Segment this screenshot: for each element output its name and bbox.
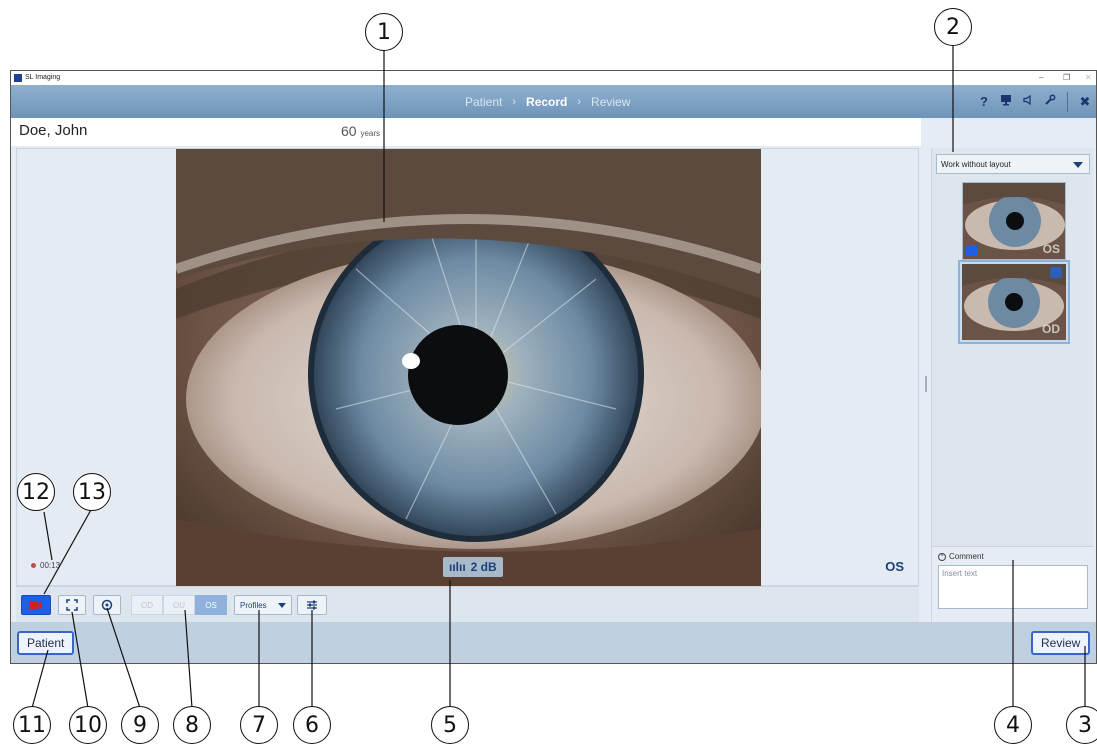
help-icon[interactable]: ?	[973, 94, 995, 109]
audio-wave-icon: ıılıı	[449, 560, 466, 574]
snapshot-button[interactable]	[93, 595, 121, 615]
live-viewer: ıılıı 2 dB OS 00:13	[16, 148, 919, 587]
restore-button[interactable]: ❐	[1063, 71, 1070, 85]
app-window: SL Imaging – ❐ ✕ Patient › Record › Revi…	[10, 70, 1097, 664]
patient-age-unit: years	[360, 129, 381, 138]
comment-toggle[interactable]: ^ Comment	[938, 552, 984, 561]
aperture-icon	[101, 599, 113, 611]
step-patient[interactable]: Patient	[465, 95, 502, 109]
record-video-button[interactable]	[21, 595, 51, 615]
callout-7: 7	[240, 706, 278, 744]
collapse-icon: ^	[938, 552, 946, 561]
recording-time: 00:13	[40, 561, 61, 570]
comment-label: Comment	[949, 552, 984, 561]
comment-input[interactable]	[938, 565, 1088, 609]
eye-selector: OD OU OS	[131, 595, 227, 615]
window-close-button[interactable]: ✕	[1085, 71, 1092, 85]
step-separator-icon: ›	[512, 95, 517, 108]
step-separator-icon: ›	[577, 95, 582, 108]
sliders-icon	[307, 600, 317, 610]
minimize-button[interactable]: –	[1039, 71, 1043, 85]
audio-level-value: 2 dB	[470, 560, 497, 574]
callout-6: 6	[293, 706, 331, 744]
figure: SL Imaging – ❐ ✕ Patient › Record › Revi…	[0, 0, 1097, 746]
recording-timer: 00:13	[31, 561, 60, 570]
eye-option-ou[interactable]: OU	[163, 595, 195, 615]
workflow-steps: Patient › Record › Review	[465, 85, 630, 118]
right-panel: Work without layout OS OD ^ Comment Inse…	[931, 148, 1094, 622]
step-record[interactable]: Record	[526, 95, 567, 109]
callout-3: 3	[1066, 706, 1097, 744]
patient-age: 60 years	[341, 123, 380, 139]
chevron-down-icon	[278, 602, 286, 608]
nav-icons: ? ✖	[973, 85, 1096, 118]
fullscreen-button[interactable]	[58, 595, 86, 615]
profiles-label: Profiles	[240, 600, 267, 610]
callout-11: 11	[13, 706, 51, 744]
profiles-dropdown[interactable]: Profiles	[234, 595, 292, 615]
patient-button[interactable]: Patient	[17, 631, 75, 655]
eye-side-label: OS	[885, 559, 904, 574]
thumbnail-label: OD	[1042, 322, 1060, 336]
settings-sliders-button[interactable]	[297, 595, 327, 615]
callout-13: 13	[73, 473, 111, 511]
recording-dot-icon	[31, 563, 36, 568]
video-camera-icon	[29, 601, 42, 609]
callout-10: 10	[69, 706, 107, 744]
close-icon[interactable]: ✖	[1074, 94, 1096, 110]
monitor-icon[interactable]	[995, 94, 1017, 109]
speaker-icon[interactable]	[1017, 94, 1039, 109]
eye-illustration	[176, 149, 761, 587]
patient-header: Doe, John 60 years	[11, 118, 921, 146]
nav-divider	[1067, 91, 1068, 112]
comment-section: ^ Comment	[932, 546, 1094, 622]
app-logo-icon	[14, 74, 22, 82]
thumbnail-label: OS	[1042, 242, 1060, 256]
eye-option-os[interactable]: OS	[195, 595, 227, 615]
wrench-icon[interactable]	[1039, 94, 1061, 109]
callout-9: 9	[121, 706, 159, 744]
capture-toolbar: OD OU OS Profiles	[16, 586, 919, 622]
audio-level-indicator: ıılıı 2 dB	[443, 557, 503, 577]
eye-option-od[interactable]: OD	[131, 595, 163, 615]
bottom-bar: Patient Review	[11, 622, 1096, 663]
layout-selected-value: Work without layout	[941, 159, 1011, 169]
thumbnail-os[interactable]: OS	[962, 182, 1066, 260]
window-title: SL Imaging	[25, 74, 61, 81]
callout-8: 8	[173, 706, 211, 744]
callout-1: 1	[365, 13, 403, 51]
delete-thumbnail-icon[interactable]	[1050, 267, 1062, 278]
panel-splitter[interactable]	[921, 148, 931, 622]
workflow-nav-bar: Patient › Record › Review ? ✖	[11, 85, 1096, 118]
patient-age-value: 60	[341, 123, 357, 139]
step-review[interactable]: Review	[591, 95, 630, 109]
title-bar: SL Imaging – ❐ ✕	[11, 71, 1096, 85]
review-button[interactable]: Review	[1031, 631, 1091, 655]
splitter-grip[interactable]	[925, 376, 927, 392]
callout-2: 2	[934, 8, 972, 46]
layout-dropdown[interactable]: Work without layout	[936, 154, 1090, 174]
thumbnail-od[interactable]: OD	[958, 260, 1070, 344]
callout-5: 5	[431, 706, 469, 744]
fullscreen-icon	[66, 599, 78, 611]
video-badge-icon	[966, 245, 978, 256]
chevron-down-icon	[1073, 162, 1083, 168]
callout-4: 4	[994, 706, 1032, 744]
callout-12: 12	[17, 473, 55, 511]
eye-live-image[interactable]	[176, 149, 761, 587]
patient-name: Doe, John	[19, 122, 88, 139]
